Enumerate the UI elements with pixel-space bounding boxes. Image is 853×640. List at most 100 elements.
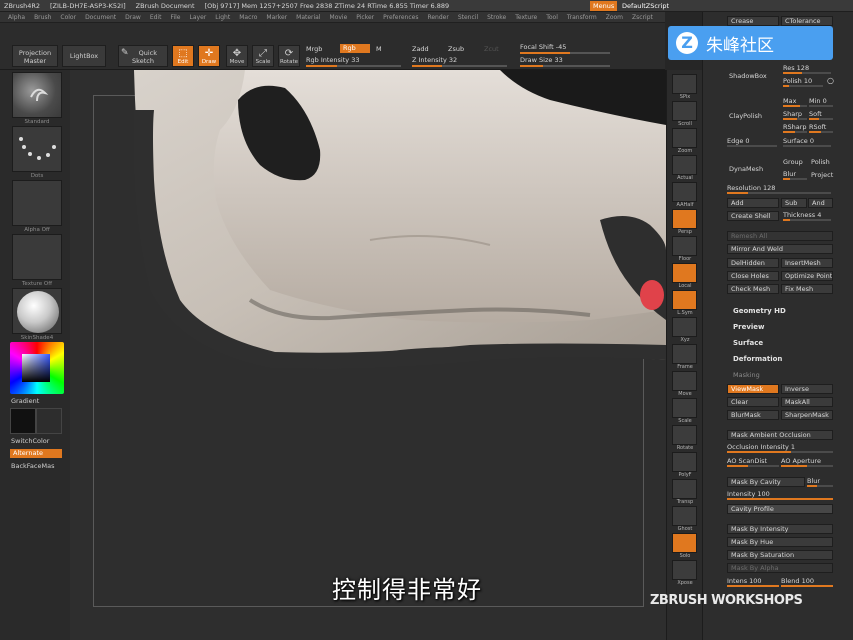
zcut-toggle[interactable]: Zcut <box>484 45 508 55</box>
shelf-spix-button[interactable] <box>672 74 697 94</box>
menu-zoom[interactable]: Zoom <box>606 14 623 21</box>
color-picker[interactable] <box>10 342 64 394</box>
remesh-all-button[interactable]: Remesh All <box>727 231 833 241</box>
ctolerance-slider[interactable]: CTolerance <box>781 16 833 26</box>
backface-mask-button[interactable]: BackFaceMas <box>11 462 54 470</box>
cavity-intensity-slider[interactable]: Intensity 100 <box>727 490 833 500</box>
shelf-zoom-button[interactable] <box>672 128 697 148</box>
group-toggle[interactable]: Group <box>783 158 803 166</box>
rgb-intensity-slider[interactable]: Rgb Intensity 33 <box>306 56 401 67</box>
sharp-slider[interactable]: Sharp <box>783 110 807 120</box>
dynamesh-button[interactable]: DynaMesh <box>729 165 763 173</box>
viewmask-button[interactable]: ViewMask <box>727 384 779 394</box>
polish-slider[interactable]: Polish 10 <box>783 77 823 87</box>
menu-picker[interactable]: Picker <box>356 14 374 21</box>
rsharp-slider[interactable]: RSharp <box>783 123 807 133</box>
move-mode-button[interactable]: ✥ Move <box>226 45 248 67</box>
ao-scandist-slider[interactable]: AO ScanDist <box>727 457 779 467</box>
default-zscript-button[interactable]: DefaultZScript <box>622 1 669 11</box>
cavity-blur-slider[interactable]: Blur <box>807 477 833 487</box>
menu-document[interactable]: Document <box>85 14 116 21</box>
menu-texture[interactable]: Texture <box>515 14 537 21</box>
menu-transform[interactable]: Transform <box>567 14 597 21</box>
res-slider[interactable]: Res 128 <box>783 64 831 74</box>
draw-mode-button[interactable]: ✛ Draw <box>198 45 220 67</box>
shelf-scale-button[interactable] <box>672 398 697 418</box>
close-holes-button[interactable]: Close Holes <box>727 271 779 281</box>
shelf-persp-button[interactable] <box>672 209 697 229</box>
stroke-thumbnail[interactable] <box>12 126 62 172</box>
optimize-points-button[interactable]: Optimize Points <box>781 271 833 281</box>
menu-preferences[interactable]: Preferences <box>383 14 418 21</box>
shelf-move-button[interactable] <box>672 371 697 391</box>
inverse-button[interactable]: Inverse <box>781 384 833 394</box>
projection-master-button[interactable]: Projection Master <box>12 45 58 67</box>
masking-section[interactable]: Masking <box>733 371 760 379</box>
edge-slider[interactable]: Edge 0 <box>727 137 777 147</box>
create-shell-button[interactable]: Create Shell <box>727 211 779 221</box>
mrgb-toggle[interactable]: Mrgb <box>306 45 336 55</box>
menu-edit[interactable]: Edit <box>150 14 162 21</box>
add-button[interactable]: Add <box>727 198 779 208</box>
max-slider[interactable]: Max <box>783 97 807 107</box>
deformation-section[interactable]: Deformation <box>733 355 782 363</box>
check-mesh-button[interactable]: Check Mesh <box>727 284 779 294</box>
mask-by-alpha-button[interactable]: Mask By Alpha <box>727 563 833 573</box>
shelf-polyf-button[interactable] <box>672 452 697 472</box>
alpha-intens-slider[interactable]: Intens 100 <box>727 577 779 587</box>
project-toggle[interactable]: Project <box>811 171 833 179</box>
menu-stencil[interactable]: Stencil <box>458 14 478 21</box>
alternate-button[interactable]: Alternate <box>10 449 62 458</box>
menu-tool[interactable]: Tool <box>546 14 558 21</box>
menu-layer[interactable]: Layer <box>190 14 207 21</box>
color-square[interactable] <box>22 354 50 382</box>
blurmask-button[interactable]: BlurMask <box>727 410 779 420</box>
mask-by-hue-button[interactable]: Mask By Hue <box>727 537 833 547</box>
main-color-swatch[interactable] <box>10 408 36 434</box>
shelf-solo-button[interactable] <box>672 533 697 553</box>
menu-marker[interactable]: Marker <box>266 14 287 21</box>
shelf-xyz-button[interactable] <box>672 317 697 337</box>
mask-ambient-occlusion-button[interactable]: Mask Ambient Occlusion <box>727 430 833 440</box>
shelf-frame-button[interactable] <box>672 344 697 364</box>
shelf-ghost-button[interactable] <box>672 506 697 526</box>
menu-brush[interactable]: Brush <box>34 14 51 21</box>
shelf-aahalf-button[interactable] <box>672 182 697 202</box>
mask-by-saturation-button[interactable]: Mask By Saturation <box>727 550 833 560</box>
menu-alpha[interactable]: Alpha <box>8 14 25 21</box>
sub-button[interactable]: Sub <box>781 198 807 208</box>
sharpenmask-button[interactable]: SharpenMask <box>781 410 833 420</box>
menu-render[interactable]: Render <box>427 14 448 21</box>
switch-color-button[interactable]: SwitchColor <box>11 437 49 445</box>
material-thumbnail[interactable] <box>12 288 62 334</box>
zadd-toggle[interactable]: Zadd <box>412 45 442 55</box>
shelf-lsym-button[interactable] <box>672 290 697 310</box>
shelf-rotate-button[interactable] <box>672 425 697 445</box>
rsoft-slider[interactable]: RSoft <box>809 123 833 133</box>
shelf-actual-button[interactable] <box>672 155 697 175</box>
menu-zscript[interactable]: Zscript <box>632 14 653 21</box>
scale-mode-button[interactable]: ⤢ Scale <box>252 45 274 67</box>
occlusion-intensity-slider[interactable]: Occlusion Intensity 1 <box>727 443 833 453</box>
shelf-local-button[interactable] <box>672 263 697 283</box>
preview-section[interactable]: Preview <box>733 323 765 331</box>
menu-movie[interactable]: Movie <box>330 14 348 21</box>
shadowbox-button[interactable]: ShadowBox <box>729 72 767 80</box>
document-canvas[interactable]: 控制得非常好 <box>70 70 666 640</box>
clear-mask-button[interactable]: Clear <box>727 397 779 407</box>
soft-slider[interactable]: Soft <box>809 110 833 120</box>
and-button[interactable]: And <box>808 198 833 208</box>
blur-slider[interactable]: Blur <box>783 170 807 180</box>
secondary-color-swatch[interactable] <box>36 408 62 434</box>
mask-by-intensity-button[interactable]: Mask By Intensity <box>727 524 833 534</box>
thickness-slider[interactable]: Thickness 4 <box>783 211 831 221</box>
shelf-floor-button[interactable] <box>672 236 697 256</box>
alpha-blend-slider[interactable]: Blend 100 <box>781 577 833 587</box>
shelf-transp-button[interactable] <box>672 479 697 499</box>
fix-mesh-button[interactable]: Fix Mesh <box>781 284 833 294</box>
draw-size-slider[interactable]: Draw Size 33 <box>520 56 610 67</box>
menu-color[interactable]: Color <box>60 14 76 21</box>
menus-button[interactable]: Menus <box>590 1 618 11</box>
brush-thumbnail[interactable] <box>12 72 62 118</box>
surface-section[interactable]: Surface <box>733 339 763 347</box>
